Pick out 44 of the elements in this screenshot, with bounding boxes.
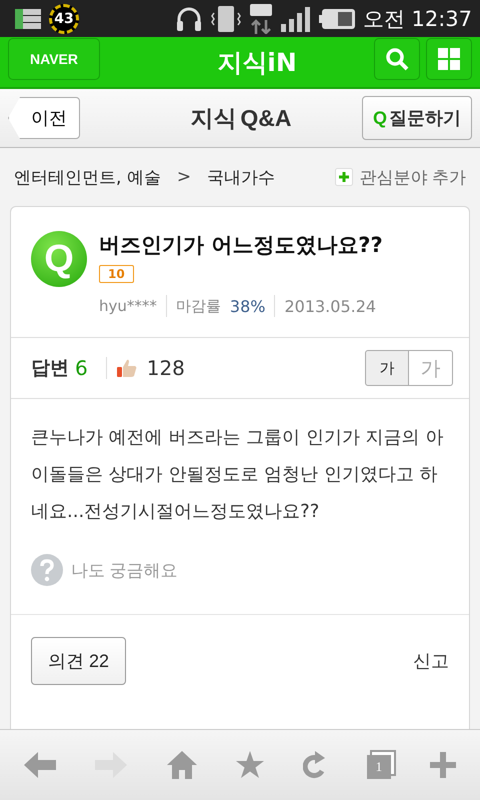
- menu-button[interactable]: [426, 38, 472, 80]
- battery-badge: 43: [49, 4, 79, 34]
- plus-icon: [430, 752, 456, 778]
- author-name: hyu****: [99, 297, 157, 315]
- thumbs-up-icon: [116, 358, 137, 378]
- page-title: 지식: [190, 104, 236, 134]
- vibrate-icon: [210, 4, 241, 32]
- question-title: 버즈인기가 어느정도였나요??: [99, 232, 383, 259]
- reload-icon: [303, 751, 328, 779]
- breadcrumb-link[interactable]: 엔터테인먼트, 예술: [14, 166, 161, 188]
- search-icon: [385, 47, 409, 71]
- app-title: 지식iN: [217, 46, 297, 78]
- plus-icon: [335, 168, 354, 186]
- points-badge: 10: [99, 265, 134, 283]
- network-3g-icon: [248, 4, 273, 34]
- notification-icon: [15, 8, 41, 30]
- page-subtitle: Q&A: [240, 104, 292, 132]
- answer-label: 답변: [31, 356, 69, 381]
- closing-rate-label: 마감률: [176, 296, 221, 316]
- clock: 오전 12:37: [362, 6, 472, 32]
- battery-icon: [318, 8, 355, 30]
- home-icon: [166, 751, 197, 779]
- search-button[interactable]: [374, 38, 420, 80]
- question-body: 큰누나가 예전에 버즈라는 그룹이 인기가 지금의 아이돌들은 상대가 안될정도로 엄청난 인기였다고 하네요...전성기시절어느정도였나요??: [31, 426, 444, 524]
- add-interest-button[interactable]: 관심분야 추가: [335, 166, 466, 188]
- breadcrumb-link[interactable]: 국내가수: [207, 166, 276, 188]
- grid-icon: [438, 48, 460, 70]
- breadcrumb-separator: >: [176, 167, 192, 187]
- opinion-button[interactable]: 의견 22: [31, 637, 126, 685]
- ask-question-button[interactable]: Q질문하기: [362, 96, 472, 140]
- question-icon: [31, 554, 63, 586]
- back-button[interactable]: 이전: [8, 97, 80, 139]
- font-size-button[interactable]: 가: [365, 350, 409, 386]
- closing-rate: 38%: [230, 296, 266, 316]
- answer-count: 6: [75, 356, 88, 380]
- question-date: 2013.05.24: [284, 296, 376, 316]
- back-arrow-icon: [24, 751, 56, 779]
- like-count: 128: [146, 356, 185, 380]
- signal-icon: [280, 6, 311, 32]
- report-link[interactable]: 신고: [413, 649, 449, 673]
- tabs-icon: 1: [366, 755, 391, 779]
- star-icon: [236, 751, 264, 779]
- question-mark-icon: Q: [31, 231, 87, 287]
- headphones-icon: [174, 6, 203, 32]
